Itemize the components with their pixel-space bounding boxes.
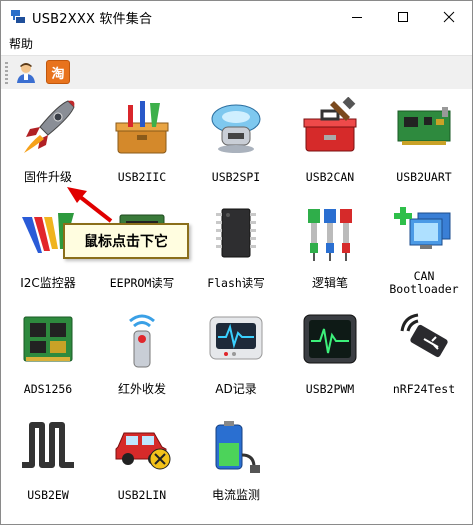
item-label: USB2IIC: [117, 170, 167, 184]
monitor-waveform-icon: [209, 316, 263, 360]
user-icon[interactable]: [14, 60, 38, 84]
item-label: 逻辑笔: [311, 276, 348, 290]
item-ads1256[interactable]: ADS1256: [1, 305, 95, 405]
minimize-button[interactable]: [334, 1, 380, 32]
item-label: CAN Bootloader: [389, 269, 459, 296]
item-logic-probe[interactable]: 逻辑笔: [283, 199, 377, 299]
item-label: Flash读写: [207, 276, 265, 290]
car-repair-icon: [115, 432, 171, 470]
app-icon: [11, 10, 25, 23]
toolbar-grip[interactable]: [5, 62, 8, 84]
item-label: USB2SPI: [211, 170, 261, 184]
callout-tooltip: 鼠标点击下它: [63, 223, 189, 259]
close-button[interactable]: [426, 1, 472, 32]
close-icon: [443, 11, 455, 22]
menu-bar: 帮助: [1, 32, 472, 54]
item-usb2can[interactable]: USB2CAN: [283, 93, 377, 193]
item-can-bootloader[interactable]: CAN Bootloader: [377, 199, 471, 299]
item-label: EEPROM读写: [109, 276, 175, 290]
item-label: nRF24Test: [392, 382, 456, 396]
app-grid: 固件升级 USB2IIC USB2SPI USB2CAN USB2UART I2…: [1, 89, 472, 524]
item-usb2iic[interactable]: USB2IIC: [95, 93, 189, 193]
item-usb2pwm[interactable]: USB2PWM: [283, 305, 377, 405]
menu-help[interactable]: 帮助: [9, 35, 33, 52]
maximize-button[interactable]: [380, 1, 426, 32]
minimize-icon: [352, 16, 362, 18]
item-label: ADS1256: [23, 382, 73, 396]
main-window: USB2XXX 软件集合 帮助 淘 固件升级 USB2IIC USB2SPI U…: [0, 0, 473, 525]
robot-icon: [211, 104, 261, 153]
maximize-icon: [398, 11, 408, 22]
remote-control-icon: [129, 314, 155, 368]
item-label: USB2PWM: [305, 382, 355, 396]
item-nrf24test[interactable]: nRF24Test: [377, 305, 471, 405]
square-wave-icon: [22, 422, 74, 468]
toolbar: 淘: [1, 55, 472, 90]
item-label: 电流监测: [211, 488, 260, 502]
item-label: USB2UART: [396, 170, 452, 184]
taobao-button[interactable]: 淘: [46, 60, 70, 84]
item-label: AD记录: [215, 382, 257, 396]
item-infrared[interactable]: 红外收发: [95, 305, 189, 405]
probes-icon: [308, 209, 352, 261]
item-firmware-upgrade[interactable]: 固件升级: [1, 93, 95, 193]
item-usb2spi[interactable]: USB2SPI: [189, 93, 283, 193]
circuit-board-icon: [397, 107, 451, 145]
item-usb2lin[interactable]: USB2LIN: [95, 411, 189, 511]
title-bar[interactable]: USB2XXX 软件集合: [1, 1, 472, 32]
oscilloscope-icon: [303, 314, 357, 364]
item-label: 固件升级: [23, 170, 72, 184]
usb-wireless-icon: [400, 313, 448, 358]
item-label: 红外收发: [117, 382, 166, 396]
rocket-icon: [24, 100, 75, 153]
item-label: USB2LIN: [117, 488, 167, 502]
toolbox-icon: [115, 101, 169, 154]
item-usb2ew[interactable]: USB2EW: [1, 411, 95, 511]
item-usb2uart[interactable]: USB2UART: [377, 93, 471, 193]
battery-plug-icon: [215, 421, 260, 473]
item-label: USB2CAN: [305, 170, 355, 184]
flash-chip-icon: [216, 208, 256, 258]
item-label: USB2EW: [27, 488, 69, 502]
item-current-monitor[interactable]: 电流监测: [189, 411, 283, 511]
window-title: USB2XXX 软件集合: [32, 12, 153, 27]
item-label: I2C监控器: [20, 276, 76, 290]
item-ad-record[interactable]: AD记录: [189, 305, 283, 405]
red-toolbox-icon: [303, 97, 357, 152]
ram-module-icon: [23, 316, 73, 362]
screens-icon: [394, 207, 451, 249]
item-flash[interactable]: Flash读写: [189, 199, 283, 299]
